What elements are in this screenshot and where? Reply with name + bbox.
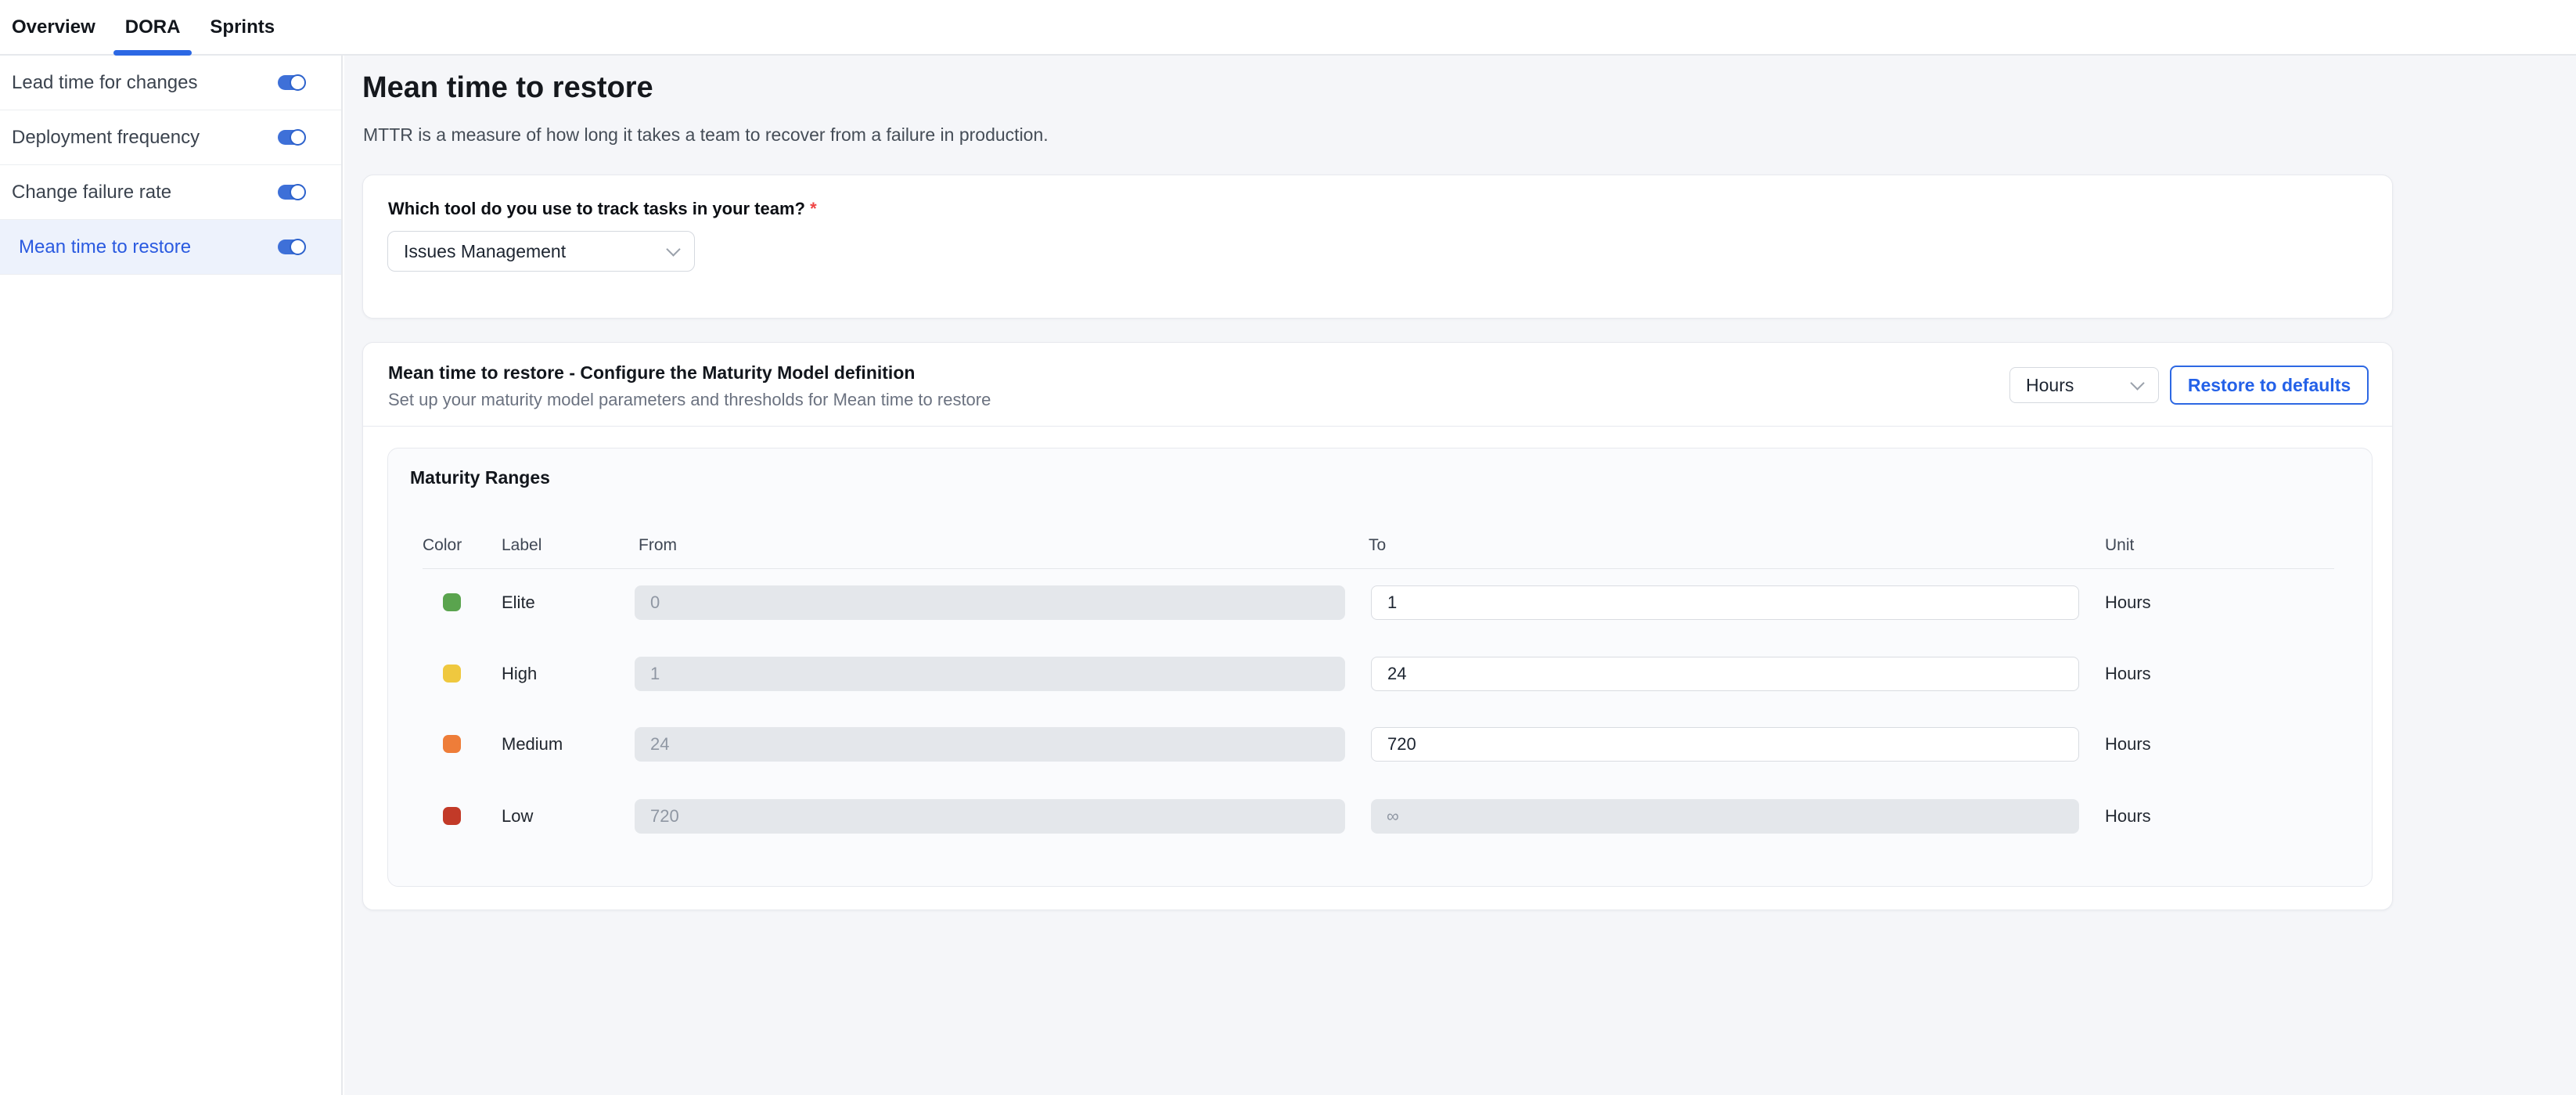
maturity-model-card: Mean time to restore - Configure the Mat…: [362, 342, 2393, 910]
unit-value: Hours: [2105, 806, 2151, 827]
from-input-elite: [635, 585, 1345, 620]
sidebar-item-label: Deployment frequency: [0, 127, 200, 149]
range-label: Elite: [502, 593, 535, 613]
range-label: Medium: [502, 734, 563, 755]
maturity-section-title: Mean time to restore - Configure the Mat…: [388, 362, 915, 384]
task-tool-card: Which tool do you use to track tasks in …: [362, 175, 2393, 319]
unit-select[interactable]: Hours: [2009, 367, 2159, 403]
toggle-knob: [290, 184, 306, 200]
restore-defaults-button[interactable]: Restore to defaults: [2170, 366, 2369, 405]
tab-sprints[interactable]: Sprints: [198, 0, 286, 54]
page-description: MTTR is a measure of how long it takes a…: [363, 124, 1049, 146]
sidebar-item-deployment-frequency[interactable]: Deployment frequency: [0, 110, 341, 165]
deployment-frequency-toggle[interactable]: [278, 130, 305, 145]
tool-question-label: Which tool do you use to track tasks in …: [388, 199, 817, 219]
sidebar-item-label: Change failure rate: [0, 182, 171, 204]
color-swatch: [443, 735, 461, 753]
toggle-knob: [290, 74, 306, 91]
tab-dora[interactable]: DORA: [113, 0, 192, 54]
unit-value: Hours: [2105, 664, 2151, 684]
task-tool-select[interactable]: Issues Management: [387, 231, 695, 272]
top-tab-bar: Overview DORA Sprints: [0, 0, 2576, 56]
maturity-ranges-panel: Maturity Ranges Color Label From To Unit…: [387, 448, 2373, 887]
tab-dora-label: DORA: [125, 16, 181, 38]
column-header-from: From: [639, 536, 677, 555]
to-input-high[interactable]: [1371, 657, 2079, 691]
maturity-card-header: Mean time to restore - Configure the Mat…: [363, 343, 2392, 427]
tab-sprints-label: Sprints: [210, 16, 275, 38]
range-label: High: [502, 664, 537, 684]
metrics-sidebar: Lead time for changes Deployment frequen…: [0, 56, 343, 1095]
chevron-down-icon: [666, 242, 680, 256]
toggle-knob: [290, 129, 306, 146]
column-header-color: Color: [423, 536, 462, 555]
tab-overview-label: Overview: [12, 16, 95, 38]
range-label: Low: [502, 806, 533, 827]
color-swatch: [443, 807, 461, 825]
column-header-unit: Unit: [2105, 536, 2134, 555]
from-input-medium: [635, 727, 1345, 762]
unit-select-value: Hours: [2026, 375, 2074, 396]
maturity-ranges-title: Maturity Ranges: [410, 467, 550, 488]
color-swatch: [443, 593, 461, 611]
sidebar-item-mean-time-to-restore[interactable]: Mean time to restore: [0, 220, 341, 275]
maturity-section-subtitle: Set up your maturity model parameters an…: [388, 390, 991, 410]
table-row-elite: Elite Hours: [388, 585, 2372, 620]
unit-value: Hours: [2105, 593, 2151, 613]
sidebar-item-label: Mean time to restore: [0, 236, 191, 258]
column-header-label: Label: [502, 536, 541, 555]
tab-overview[interactable]: Overview: [0, 0, 107, 54]
header-divider: [423, 568, 2334, 569]
main-content: Mean time to restore MTTR is a measure o…: [344, 56, 2576, 1095]
change-failure-rate-toggle[interactable]: [278, 185, 305, 200]
mean-time-to-restore-toggle[interactable]: [278, 240, 305, 254]
from-input-low: [635, 799, 1345, 834]
page-title: Mean time to restore: [362, 71, 653, 105]
unit-value: Hours: [2105, 734, 2151, 755]
sidebar-item-label: Lead time for changes: [0, 72, 197, 94]
task-tool-select-value: Issues Management: [404, 241, 566, 262]
sidebar-item-change-failure-rate[interactable]: Change failure rate: [0, 165, 341, 220]
table-row-low: Low Hours: [388, 799, 2372, 834]
toggle-knob: [290, 239, 306, 255]
active-tab-indicator: [113, 50, 192, 56]
chevron-down-icon: [2130, 376, 2144, 390]
sidebar-item-lead-time-for-changes[interactable]: Lead time for changes: [0, 56, 341, 110]
to-input-low: [1371, 799, 2079, 834]
from-input-high: [635, 657, 1345, 691]
to-input-elite[interactable]: [1371, 585, 2079, 620]
color-swatch: [443, 665, 461, 683]
tool-question-text: Which tool do you use to track tasks in …: [388, 199, 805, 218]
table-row-high: High Hours: [388, 657, 2372, 691]
table-row-medium: Medium Hours: [388, 727, 2372, 762]
required-asterisk: *: [810, 199, 817, 218]
lead-time-toggle[interactable]: [278, 75, 305, 90]
to-input-medium[interactable]: [1371, 727, 2079, 762]
column-header-to: To: [1369, 536, 1386, 555]
